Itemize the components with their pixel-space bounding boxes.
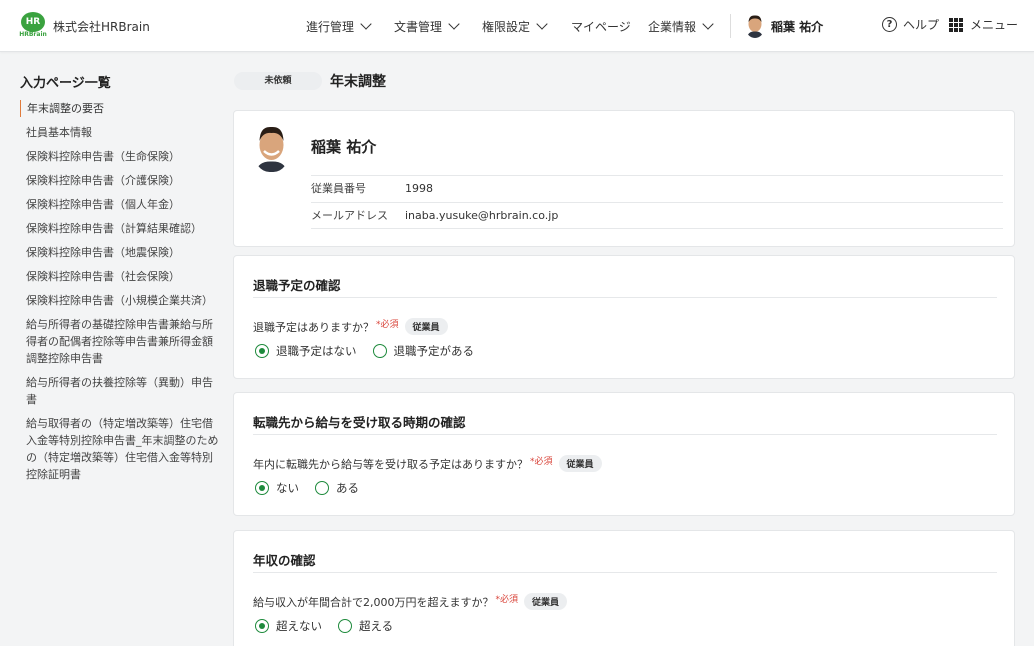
sidebar-item-housing-loan[interactable]: 給与取得者の（特定増改築等）住宅借入金等特別控除申告書_年末調整のための（特定増… (20, 415, 220, 483)
profile-photo (253, 124, 290, 172)
sidebar-title: 入力ページ一覧 (20, 76, 111, 91)
menu-button[interactable]: メニュー (949, 16, 1018, 33)
sidebar-item-dependents[interactable]: 給与所得者の扶養控除等（異動）申告書 (20, 374, 220, 408)
section-divider (253, 297, 997, 298)
retirement-section: 退職予定の確認 退職予定はありますか？ *必須 従業員 退職予定はない 退職予定… (233, 255, 1015, 379)
sidebar-item-pension[interactable]: 保険料控除申告書（個人年金） (20, 196, 220, 213)
section-divider (253, 572, 997, 573)
nav-company-info[interactable]: 企業情報 (648, 0, 714, 52)
sidebar: 入力ページ一覧 年末調整の要否 社員基本情報 保険料控除申告書（生命保険） 保険… (20, 72, 220, 490)
required-mark: *必須 (530, 457, 553, 467)
sidebar-item-social-insurance[interactable]: 保険料控除申告書（社会保険） (20, 268, 220, 285)
radio-unselected[interactable] (372, 344, 387, 358)
sidebar-item-basic-deduction[interactable]: 給与所得者の基礎控除申告書兼給与所得者の配偶者控除等申告書兼所得金額調整控除申告… (20, 316, 220, 367)
question-row: 給与収入が年間合計で2,000万円を超えますか？ *必須 従業員 (253, 593, 568, 610)
radio-label: 退職予定はない (276, 344, 357, 358)
radio-unselected[interactable] (315, 481, 329, 495)
page-title: 年末調整 (330, 74, 386, 90)
help-button[interactable]: ? ヘルプ (882, 16, 939, 33)
radio-selected[interactable] (255, 344, 269, 358)
role-tag: 従業員 (524, 593, 568, 610)
radio-option[interactable]: 退職予定がある (372, 343, 475, 359)
logo-wordmark: HRBrain (19, 31, 47, 38)
sidebar-item-year-end-necessity[interactable]: 年末調整の要否 (20, 100, 220, 117)
question-text: 給与収入が年間合計で2,000万円を超えますか？ (253, 595, 494, 609)
radio-selected[interactable] (255, 619, 269, 633)
hrbrain-logo[interactable]: HR HRBrain (18, 12, 48, 40)
avatar[interactable] (745, 14, 765, 38)
nav-label: 企業情報 (648, 19, 697, 34)
help-icon: ? (882, 17, 897, 32)
radio-group: 退職予定はない 退職予定がある (255, 343, 490, 359)
chevron-down-icon (702, 17, 714, 30)
question-text: 退職予定はありますか？ (253, 320, 374, 334)
annual-income-section: 年収の確認 給与収入が年間合計で2,000万円を超えますか？ *必須 従業員 超… (233, 530, 1015, 646)
radio-option[interactable]: 超えない (255, 618, 322, 634)
chevron-down-icon (448, 17, 460, 30)
radio-unselected[interactable] (338, 619, 352, 633)
nav-label: マイページ (571, 19, 631, 34)
sidebar-item-employee-basic[interactable]: 社員基本情報 (20, 124, 220, 141)
nav-permissions[interactable]: 権限設定 (482, 0, 548, 52)
radio-group: 超えない 超える (255, 618, 409, 634)
menu-label: メニュー (970, 18, 1019, 32)
chevron-down-icon (360, 17, 372, 30)
chevron-down-icon (536, 17, 548, 30)
employee-no-row: 従業員番号 1998 (311, 175, 1003, 202)
email-row: メールアドレス inaba.yusuke@hrbrain.co.jp (311, 202, 1003, 229)
section-title: 転職先から給与を受け取る時期の確認 (253, 415, 466, 430)
help-label: ヘルプ (903, 18, 940, 32)
top-header: HR HRBrain 株式会社HRBrain 進行管理 文書管理 権限設定 マイ… (0, 0, 1034, 52)
nav-label: 文書管理 (394, 19, 443, 34)
grid-menu-icon (949, 17, 963, 32)
radio-label: 超える (359, 619, 394, 633)
status-badge: 未依頼 (234, 72, 322, 90)
logo-mark: HR (21, 12, 45, 32)
sidebar-item-earthquake[interactable]: 保険料控除申告書（地震保険） (20, 244, 220, 261)
profile-name: 稲葉 祐介 (311, 138, 377, 156)
header-divider (730, 14, 731, 38)
sidebar-item-small-business[interactable]: 保険料控除申告書（小規模企業共済） (20, 292, 220, 309)
section-title: 退職予定の確認 (253, 278, 341, 293)
employee-no-value: 1998 (405, 182, 433, 195)
nav-progress[interactable]: 進行管理 (306, 0, 372, 52)
radio-selected[interactable] (255, 481, 269, 495)
question-row: 退職予定はありますか？ *必須 従業員 (253, 318, 448, 335)
email-label: メールアドレス (311, 209, 388, 222)
new-employer-pay-section: 転職先から給与を受け取る時期の確認 年内に転職先から給与等を受け取る予定はありま… (233, 392, 1015, 516)
company-name: 株式会社HRBrain (53, 20, 150, 34)
email-value: inaba.yusuke@hrbrain.co.jp (405, 209, 559, 222)
profile-card: 稲葉 祐介 従業員番号 1998 メールアドレス inaba.yusuke@hr… (233, 110, 1015, 247)
nav-label: 権限設定 (482, 19, 531, 34)
role-tag: 従業員 (404, 318, 448, 335)
role-tag: 従業員 (558, 455, 602, 472)
radio-option[interactable]: ある (315, 480, 359, 496)
required-mark: *必須 (376, 320, 399, 330)
sidebar-item-calc-result[interactable]: 保険料控除申告書（計算結果確認） (20, 220, 220, 237)
section-title: 年収の確認 (253, 553, 316, 568)
radio-group: ない ある (255, 480, 375, 496)
radio-label: ある (336, 481, 359, 495)
nav-label: 進行管理 (306, 19, 355, 34)
nav-documents[interactable]: 文書管理 (394, 0, 460, 52)
sidebar-item-life-insurance[interactable]: 保険料控除申告書（生命保険） (20, 148, 220, 165)
section-divider (253, 434, 997, 435)
question-row: 年内に転職先から給与等を受け取る予定はありますか？ *必須 従業員 (253, 455, 602, 472)
radio-option[interactable]: 退職予定はない (255, 343, 357, 359)
question-text: 年内に転職先から給与等を受け取る予定はありますか？ (253, 457, 528, 471)
sidebar-item-care-insurance[interactable]: 保険料控除申告書（介護保険） (20, 172, 220, 189)
header-user-name[interactable]: 稲葉 祐介 (771, 18, 823, 35)
radio-label: ない (276, 481, 299, 495)
radio-label: 退職予定がある (393, 344, 475, 358)
employee-no-label: 従業員番号 (311, 182, 366, 195)
radio-option[interactable]: ない (255, 480, 299, 496)
radio-label: 超えない (276, 619, 322, 633)
radio-option[interactable]: 超える (338, 618, 393, 634)
nav-mypage[interactable]: マイページ (571, 0, 631, 52)
required-mark: *必須 (495, 595, 519, 605)
